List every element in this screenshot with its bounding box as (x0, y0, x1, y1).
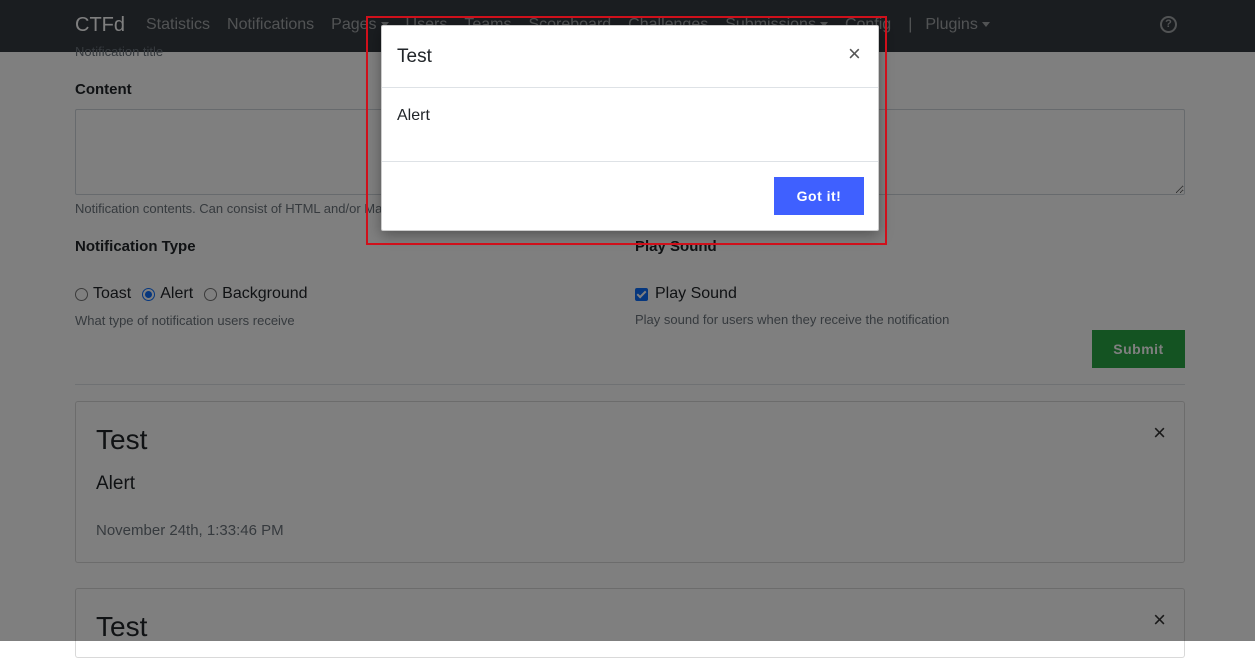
highlight-box (366, 16, 887, 245)
